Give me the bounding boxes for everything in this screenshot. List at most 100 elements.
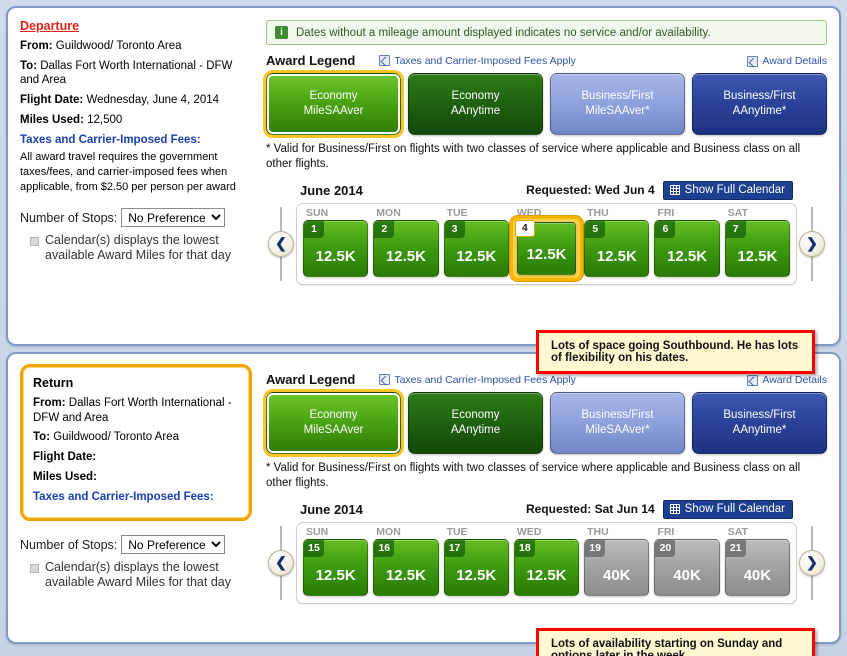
day-number: 15: [304, 539, 324, 557]
departure-day-cell[interactable]: 6 12.5K: [654, 219, 720, 277]
departure-requested-date: Requested: Wed Jun 4: [526, 183, 655, 198]
legend-economy-milesaaver[interactable]: Economy MileSAAver: [263, 389, 404, 457]
day-number: 16: [374, 539, 395, 557]
departure-calendar-month: June 2014: [300, 182, 363, 198]
departure-show-full-calendar-button[interactable]: Show Full Calendar: [662, 180, 793, 200]
legend-business-first-aanytime[interactable]: Business/First AAnytime*: [692, 73, 827, 135]
return-from-row: From: Dallas Fort Worth International - …: [33, 396, 239, 425]
departure-miles-label: Miles Used:: [20, 113, 84, 126]
return-award-details-link[interactable]: Award Details: [747, 374, 827, 386]
departure-day-cell[interactable]: 5 12.5K: [584, 219, 650, 277]
award-calendar-page: Departure From: Guildwood/ Toronto Area …: [0, 0, 847, 656]
return-prev-week-button[interactable]: ❮: [268, 549, 294, 576]
return-flight-date-label: Flight Date:: [33, 451, 97, 464]
legend-economy-milesaaver[interactable]: Economy MileSAAver: [263, 70, 404, 138]
return-stops-select[interactable]: No Preference: [121, 535, 226, 555]
dow-mon: MON: [376, 525, 401, 538]
legend-business-first-milesaaver[interactable]: Business/First MileSAAver*: [550, 73, 685, 135]
legend-label-line1: Economy: [309, 90, 358, 103]
departure-stops-row: Number of Stops: No Preference: [20, 208, 252, 228]
return-footnote: * Valid for Business/First on flights wi…: [266, 462, 801, 489]
departure-prev-week-button[interactable]: ❮: [268, 230, 294, 257]
departure-day-cell[interactable]: 7 12.5K: [724, 219, 790, 277]
legend-economy-aanytime[interactable]: Economy AAnytime: [408, 392, 543, 454]
day-slot: 3 12.5K: [443, 219, 509, 277]
departure-fees-text: All award travel requires the government…: [20, 151, 236, 193]
return-day-cell[interactable]: 21 40K: [724, 538, 790, 596]
departure-from-value: Guildwood/ Toronto Area: [55, 40, 182, 52]
return-itinerary-highlight-box: Return From: Dallas Fort Worth Internati…: [20, 364, 252, 522]
day-number: 6: [655, 220, 676, 238]
day-slot: 17 12.5K: [443, 538, 509, 596]
departure-miles-value: 12,500: [87, 113, 123, 126]
return-miles-label: Miles Used:: [33, 470, 97, 483]
day-number: 1: [304, 220, 324, 238]
departure-next-week-button[interactable]: ❯: [799, 230, 825, 257]
legend-business-first-milesaaver[interactable]: Business/First MileSAAver*: [550, 392, 685, 454]
departure-day-cell[interactable]: 2 12.5K: [373, 219, 439, 277]
return-to-label: To:: [33, 431, 51, 444]
dow-tue: TUE: [446, 525, 468, 538]
return-to-row: To: Guildwood/ Toronto Area: [33, 430, 239, 445]
day-slot: 16 12.5K: [373, 538, 439, 596]
dow-fri: FRI: [657, 525, 675, 538]
day-number: 4: [514, 219, 535, 237]
legend-label-line1: Economy: [451, 409, 500, 422]
departure-day-cell[interactable]: 3 12.5K: [443, 219, 509, 277]
departure-award-details-link[interactable]: Award Details: [747, 55, 827, 67]
legend-economy-aanytime[interactable]: Economy AAnytime: [408, 73, 543, 135]
day-number: 2: [374, 220, 395, 238]
legend-label-line2: AAnytime*: [732, 424, 787, 436]
return-to-value: Guildwood/ Toronto Area: [53, 431, 179, 444]
return-fees-label: Taxes and Carrier-Imposed Fees:: [33, 490, 214, 503]
departure-fees-label: Taxes and Carrier-Imposed Fees:: [20, 133, 201, 146]
return-legend-title: Award Legend: [266, 372, 356, 387]
return-day-cell[interactable]: 15 12.5K: [303, 538, 369, 596]
day-slot: 6 12.5K: [654, 219, 720, 277]
return-next-week-button[interactable]: ❯: [799, 549, 825, 576]
return-day-cell[interactable]: 17 12.5K: [443, 538, 509, 596]
day-number: 3: [444, 220, 465, 238]
day-slot: 1 12.5K: [303, 219, 369, 277]
day-number: 18: [514, 539, 535, 557]
day-miles: 12.5K: [456, 247, 497, 265]
dow-mon: MON: [376, 206, 401, 219]
day-miles: 12.5K: [315, 247, 356, 265]
dow-fri: FRI: [657, 206, 675, 219]
legend-label-line1: Business/First: [723, 409, 796, 422]
day-number: 19: [585, 539, 606, 557]
legend-label-line1: Business/First: [723, 90, 796, 103]
day-miles: 12.5K: [315, 566, 356, 584]
return-day-cell[interactable]: 18 12.5K: [513, 538, 580, 596]
departure-day-cell-selected[interactable]: 4 12.5K: [514, 219, 577, 275]
departure-stops-select[interactable]: No Preference: [121, 208, 226, 228]
departure-day-cell[interactable]: 1 12.5K: [303, 219, 369, 277]
departure-itinerary: Departure From: Guildwood/ Toronto Area …: [20, 18, 252, 194]
departure-flight-date-row: Flight Date: Wednesday, June 4, 2014: [20, 93, 252, 108]
return-show-full-calendar-button[interactable]: Show Full Calendar: [662, 499, 793, 519]
day-slot: 15 12.5K: [303, 538, 369, 596]
return-stops-row: Number of Stops: No Preference: [20, 535, 252, 555]
day-miles: 12.5K: [385, 566, 426, 584]
popup-window-icon: [379, 374, 391, 385]
return-day-cell[interactable]: 16 12.5K: [373, 538, 439, 596]
departure-stops-label: Number of Stops:: [20, 210, 118, 225]
availability-info-bar: i Dates without a mileage amount display…: [266, 20, 827, 45]
return-calendar-wrap: ❮ ❯ SUN MON TUE WED THU FRI SAT 15 12.5K…: [266, 521, 827, 604]
day-miles: 12.5K: [737, 247, 778, 265]
departure-calendar-wrap: ❮ ❯ SUN MON TUE WED THU FRI SAT 1 12.5K …: [266, 202, 827, 285]
return-fees-apply-label: Taxes and Carrier-Imposed Fees Apply: [394, 373, 576, 386]
departure-award-column: i Dates without a mileage amount display…: [262, 8, 839, 374]
departure-calendar-header: June 2014 Requested: Wed Jun 4 Show Full…: [266, 180, 827, 200]
legend-label-line1: Business/First: [581, 409, 654, 422]
departure-fees-apply-link[interactable]: Taxes and Carrier-Imposed Fees Apply: [379, 55, 576, 67]
departure-legend-header: Award Legend Taxes and Carrier-Imposed F…: [266, 53, 827, 68]
departure-days-row: 1 12.5K 2 12.5K 3 12.5K 4 12.5K 5 12.5K …: [303, 215, 790, 281]
return-day-cell[interactable]: 19 40K: [584, 538, 650, 596]
return-legend-buttons: Economy MileSAAver Economy AAnytime Busi…: [263, 389, 827, 457]
return-day-cell[interactable]: 20 40K: [654, 538, 720, 596]
day-slot: 19 40K: [584, 538, 650, 596]
legend-business-first-aanytime[interactable]: Business/First AAnytime*: [692, 392, 827, 454]
day-slot: 5 12.5K: [584, 219, 650, 277]
return-fees-apply-link[interactable]: Taxes and Carrier-Imposed Fees Apply: [379, 374, 576, 386]
